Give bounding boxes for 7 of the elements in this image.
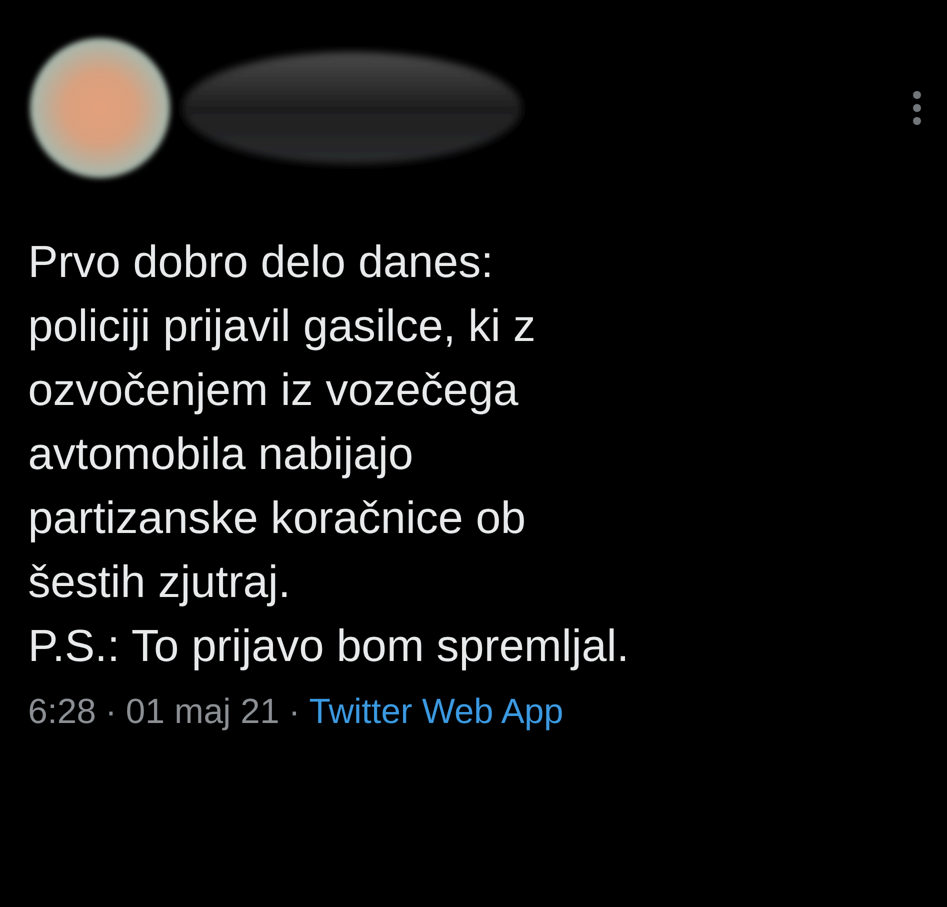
tweet-text: Prvo dobro delo danes: policiji prijavil gasilce, ki z ozvočenjem iz vozečega avtomobila nabijajo partizanske koračnice ob šestih zjutraj. P.S.: To prijavo bom spremljal.	[28, 235, 630, 673]
separator: ·	[105, 691, 117, 733]
tweet-date: 01 maj 21	[126, 691, 280, 733]
source-link[interactable]: Twitter Web App	[309, 690, 564, 734]
tweet-time: 6:28	[28, 691, 96, 733]
separator: ·	[288, 691, 300, 733]
more-icon[interactable]	[911, 90, 923, 126]
